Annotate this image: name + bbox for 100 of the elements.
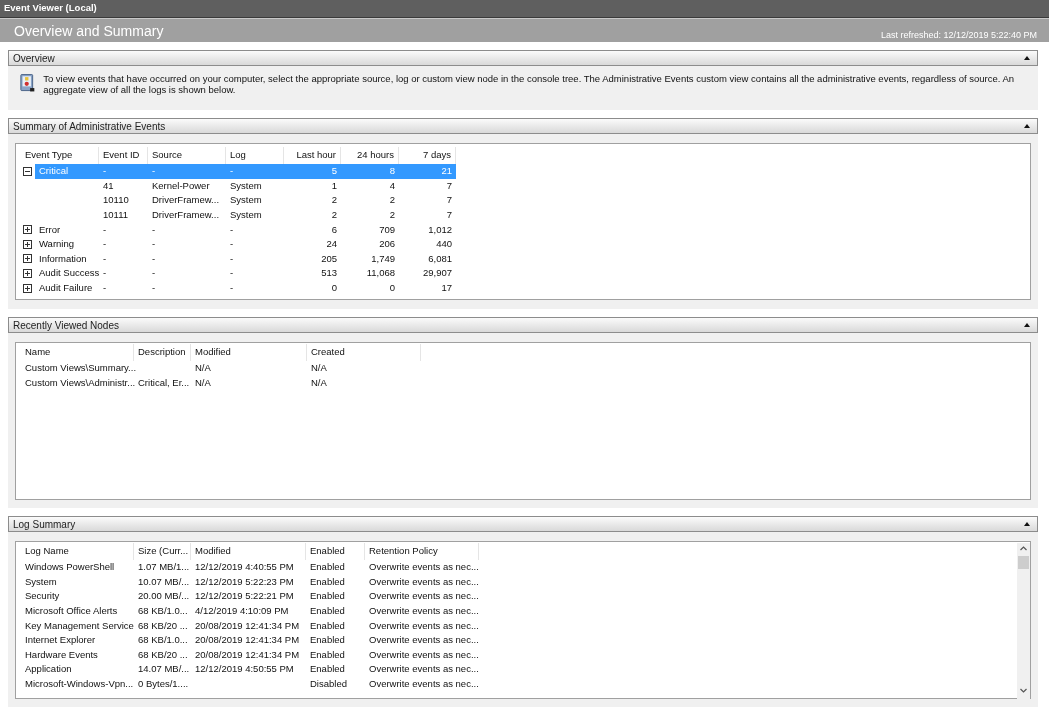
table-cell-text: Key Management Service bbox=[24, 618, 134, 633]
table-cell-text: Information bbox=[38, 251, 88, 266]
table-cell-text: N/A bbox=[310, 375, 328, 390]
table-cell-text: System bbox=[229, 193, 263, 208]
column-header[interactable]: Size (Curr... bbox=[134, 543, 191, 560]
table-cell-text: N/A bbox=[310, 361, 328, 376]
expand-node-icon[interactable] bbox=[23, 225, 32, 235]
table-cell-text: Enabled bbox=[309, 633, 346, 648]
collapse-node-icon[interactable] bbox=[23, 166, 32, 176]
table-row[interactable]: Warning - - - 24 206 440 bbox=[35, 236, 456, 252]
table-cell-text: System bbox=[229, 207, 263, 222]
table-cell-text: Application bbox=[24, 662, 73, 677]
table-cell-text: Kernel-Power bbox=[151, 178, 211, 193]
expand-node-icon[interactable] bbox=[23, 268, 32, 278]
section-header[interactable]: Summary of Administrative Events bbox=[8, 118, 1038, 134]
table-cell-text: System bbox=[229, 178, 263, 193]
table-cell-text: 14.07 MB/... bbox=[137, 662, 191, 677]
table-cell-text: Internet Explorer bbox=[24, 633, 97, 648]
table-row[interactable]: Error - - - 6 709 1,012 bbox=[35, 222, 456, 237]
table-cell-text: 2 bbox=[330, 207, 338, 222]
table-cell-text: Enabled bbox=[309, 662, 346, 677]
table-cell-text: Overwrite events as nec... bbox=[368, 574, 479, 589]
table-cell-text: Microsoft-Windows-Vpn... bbox=[24, 676, 134, 691]
section-header[interactable]: Overview bbox=[8, 50, 1038, 66]
table-cell-text: Overwrite events as nec... bbox=[368, 676, 479, 691]
table-cell-text: - bbox=[151, 266, 157, 281]
column-header[interactable]: Name bbox=[21, 344, 134, 361]
table-cell-text: - bbox=[102, 237, 108, 252]
table-cell-text: Custom Views\Administr... bbox=[24, 375, 134, 390]
column-header[interactable]: Modified bbox=[191, 543, 306, 560]
section-title: Summary of Administrative Events bbox=[13, 119, 166, 134]
table-cell-text: Enabled bbox=[309, 589, 346, 604]
vertical-scrollbar[interactable] bbox=[1017, 543, 1030, 699]
table-row[interactable]: Information - - - 205 1,749 6,081 bbox=[35, 251, 456, 267]
table-cell-text: 1 bbox=[330, 178, 338, 193]
table-cell-text: 440 bbox=[435, 237, 453, 252]
table-cell-text: 1.07 MB/1... bbox=[137, 560, 191, 575]
table-cell-text: 7 bbox=[445, 178, 453, 193]
table-cell-text: 2 bbox=[330, 193, 338, 208]
column-header[interactable]: Modified bbox=[191, 344, 307, 361]
table-cell-text: - bbox=[151, 237, 157, 252]
table-cell-text: 68 KB/20 ... bbox=[137, 618, 189, 633]
table-cell-text: Audit Failure bbox=[38, 280, 94, 295]
last-refreshed-text: Last refreshed: 12/12/2019 5:22:40 PM bbox=[880, 29, 1037, 42]
table-cell-text: 10.07 MB/... bbox=[137, 574, 191, 589]
section-header[interactable]: Recently Viewed Nodes bbox=[8, 317, 1038, 333]
table-cell-text: 12/12/2019 4:50:55 PM bbox=[194, 662, 295, 677]
table-cell-text: Enabled bbox=[309, 647, 346, 662]
table-row[interactable]: Audit Success - - - 513 11,068 29,907 bbox=[35, 266, 456, 281]
table-cell-text: DriverFramew... bbox=[151, 207, 221, 222]
table-cell-text: 12/12/2019 5:22:21 PM bbox=[194, 589, 295, 604]
table-row[interactable]: Audit Failure - - - 0 0 17 bbox=[35, 280, 456, 296]
table-cell-text: 4/12/2019 4:10:09 PM bbox=[194, 603, 290, 618]
column-header[interactable]: Description bbox=[134, 344, 191, 361]
table-cell-text: Enabled bbox=[309, 603, 346, 618]
table-cell-text: Critical, Er... bbox=[137, 375, 191, 390]
table-cell-text: 41 bbox=[102, 178, 115, 193]
collapse-icon[interactable] bbox=[1024, 522, 1030, 526]
table-cell-text: - bbox=[229, 164, 235, 179]
table-cell-text: 0 bbox=[330, 280, 338, 295]
column-header[interactable]: Created bbox=[307, 344, 421, 361]
table-cell-text: 17 bbox=[440, 280, 453, 295]
section-header[interactable]: Log Summary bbox=[8, 516, 1038, 532]
table-cell-text: Audit Success bbox=[38, 266, 99, 281]
table-cell-text: 12/12/2019 4:40:55 PM bbox=[194, 560, 295, 575]
section-title: Recently Viewed Nodes bbox=[13, 318, 119, 333]
collapse-icon[interactable] bbox=[1024, 323, 1030, 327]
expand-node-icon[interactable] bbox=[23, 239, 32, 249]
table-cell-text: Enabled bbox=[309, 560, 346, 575]
table-cell-text: 8 bbox=[388, 164, 396, 179]
table-cell-text: 7 bbox=[445, 207, 453, 222]
table-cell-text: Overwrite events as nec... bbox=[368, 560, 479, 575]
table-cell-text: System bbox=[24, 574, 58, 589]
page-title: Overview and Summary bbox=[14, 22, 164, 41]
column-header[interactable]: Log Name bbox=[21, 543, 134, 560]
table-cell-text: 1,012 bbox=[427, 222, 453, 237]
column-header[interactable]: Enabled bbox=[306, 543, 365, 560]
table-cell-text: 11,068 bbox=[365, 266, 396, 281]
expand-node-icon[interactable] bbox=[23, 283, 32, 293]
table-cell-text: - bbox=[151, 164, 157, 179]
table-cell-text: Warning bbox=[38, 237, 76, 252]
column-header[interactable]: Retention Policy bbox=[365, 543, 479, 560]
expand-node-icon[interactable] bbox=[23, 254, 32, 264]
table-cell-text: Disabled bbox=[309, 676, 348, 691]
collapse-icon[interactable] bbox=[1024, 56, 1030, 60]
table-cell-text: Enabled bbox=[309, 574, 346, 589]
collapse-icon[interactable] bbox=[1024, 124, 1030, 128]
table-cell-text: 0 Bytes/1.... bbox=[137, 676, 190, 691]
table-cell-text: 6,081 bbox=[427, 251, 453, 266]
table-cell-text: Enabled bbox=[309, 618, 346, 633]
section-title: Overview bbox=[13, 51, 55, 66]
table-cell-text: Overwrite events as nec... bbox=[368, 618, 479, 633]
table-cell-text: - bbox=[151, 222, 157, 237]
table-cell-text: N/A bbox=[194, 375, 212, 390]
table-cell-text: 21 bbox=[440, 164, 453, 179]
table-cell-text: 206 bbox=[378, 237, 396, 252]
table-cell-text: 10111 bbox=[102, 207, 129, 222]
table-cell-text: - bbox=[102, 164, 108, 179]
table-cell-text: - bbox=[229, 237, 235, 252]
table-cell-text: 68 KB/1.0... bbox=[137, 633, 189, 648]
